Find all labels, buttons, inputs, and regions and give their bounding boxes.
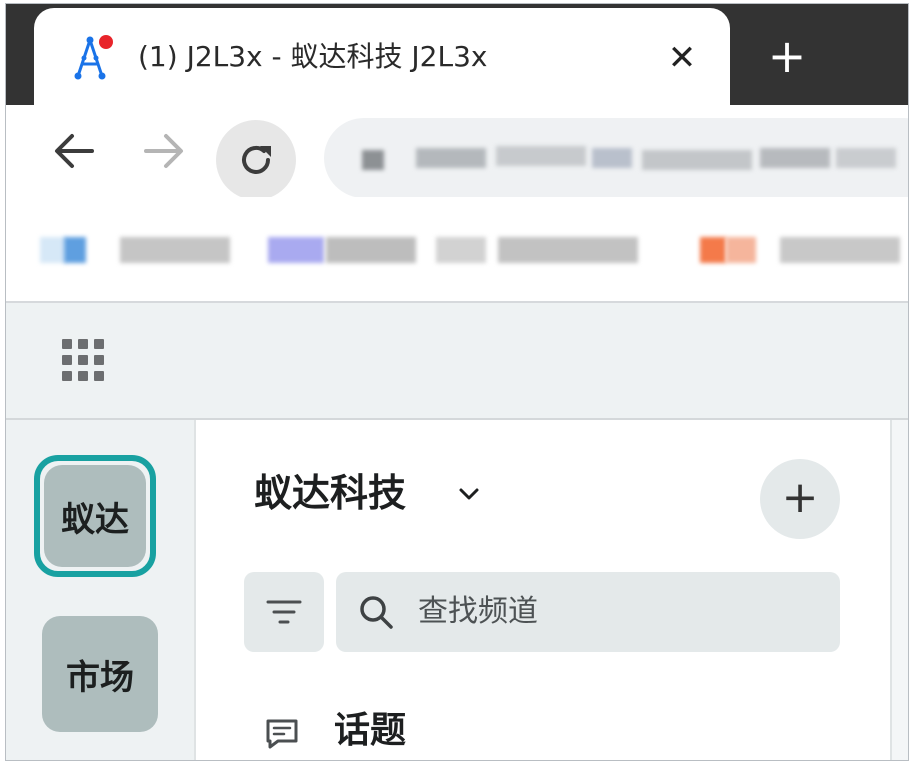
arrow-left-icon[interactable] [50,127,98,175]
channel-search-input[interactable]: 查找频道 [336,572,840,652]
search-icon [360,596,393,629]
workspace-title[interactable]: 蚁达科技 [254,470,406,516]
filter-icon [266,600,302,624]
j2l3x-logo-icon [74,35,113,80]
sidebar-item-label: 话题 [334,710,407,751]
server-item-market[interactable]: 市场 [42,616,158,732]
plus-icon: + [781,472,819,523]
bookmark-favicon [268,237,324,263]
reload-icon [242,145,271,174]
url-segment [836,148,896,168]
bookmark-item[interactable] [326,237,416,263]
search-placeholder: 查找频道 [418,594,538,629]
app-grid-icon[interactable] [62,339,104,381]
bookmark-favicon [40,237,66,263]
bookmark-favicon [700,237,726,263]
app-header [6,303,908,418]
new-tab-plus-icon[interactable]: + [762,32,812,82]
url-segment [642,150,752,170]
content-pane-divider [890,420,892,760]
bookmark-item[interactable] [120,237,230,263]
address-bar[interactable] [324,118,908,198]
bookmark-favicon [726,237,756,263]
site-info-icon[interactable] [362,150,384,170]
sidebar-item-topics[interactable]: 话题 [256,704,856,760]
bookmark-favicon [64,237,86,263]
url-segment [592,148,632,168]
bookmark-item[interactable] [780,237,900,263]
tab-strip: (1) J2L3x - 蚁达科技 J2L3x ✕ + [6,4,908,108]
close-icon[interactable]: ✕ [662,38,702,78]
browser-toolbar [6,105,908,200]
server-item-yida[interactable]: 蚁达 [44,465,146,567]
add-channel-button[interactable]: + [760,459,840,539]
message-icon [266,719,298,749]
bookmark-item[interactable] [436,237,486,263]
browser-tab[interactable]: (1) J2L3x - 蚁达科技 J2L3x ✕ [34,8,730,108]
tab-title: (1) J2L3x - 蚁达科技 J2L3x [138,40,488,73]
arrow-right-icon[interactable] [140,127,188,175]
browser-window: (1) J2L3x - 蚁达科技 J2L3x ✕ + 蚁达 市场 蚁达科技 + … [5,3,909,761]
url-segment [496,146,586,166]
content-pane-edge [890,420,908,760]
url-segment [760,148,830,168]
chevron-down-icon[interactable] [458,486,480,502]
bookmark-item[interactable] [498,237,638,263]
bookmarks-bar [6,197,908,301]
url-segment [416,148,486,168]
filter-button[interactable] [244,572,324,652]
reload-button[interactable] [216,120,296,200]
